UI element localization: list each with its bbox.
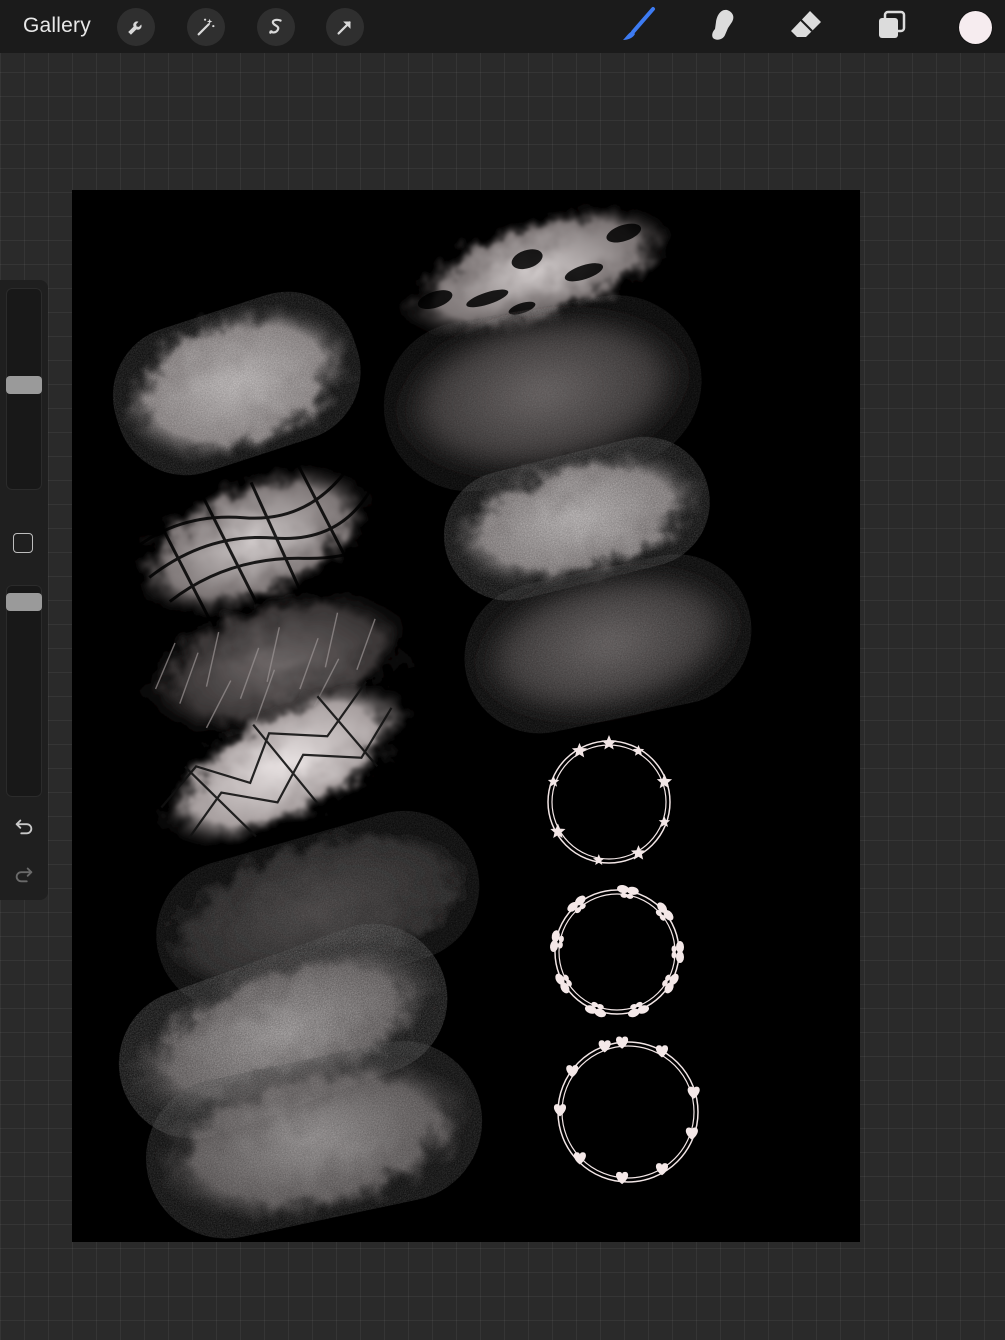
- selection-button[interactable]: [257, 8, 295, 46]
- star-decoration: [571, 742, 588, 758]
- layers-icon: [874, 8, 908, 47]
- star-wreath: [547, 735, 673, 865]
- butterfly-decoration: [617, 885, 639, 899]
- transform-arrow-icon: [334, 16, 356, 38]
- opacity-slider-thumb[interactable]: [6, 592, 42, 611]
- eraser-icon: [788, 7, 824, 48]
- layers-button[interactable]: [871, 8, 911, 46]
- heart-wreath: [553, 1036, 700, 1185]
- redo-icon: [13, 863, 35, 890]
- star-decoration: [601, 735, 617, 750]
- drawing-canvas[interactable]: [72, 190, 860, 1242]
- wrench-icon: [125, 16, 147, 38]
- artwork: [112, 190, 752, 1239]
- smudge-icon: [704, 7, 740, 48]
- smudge-tool-button[interactable]: [702, 8, 742, 46]
- butterfly-wreath: [550, 885, 684, 1018]
- brush-icon: [619, 6, 657, 49]
- modify-button[interactable]: [13, 533, 33, 553]
- eraser-tool-button[interactable]: [786, 8, 826, 46]
- butterfly-decoration: [555, 973, 572, 994]
- undo-button[interactable]: [10, 814, 38, 842]
- brush-size-slider-thumb[interactable]: [6, 376, 42, 395]
- butterfly-decoration: [550, 930, 564, 952]
- butterfly-decoration: [662, 973, 679, 994]
- color-picker-button[interactable]: [959, 11, 992, 44]
- heart-decoration: [573, 1152, 586, 1165]
- top-toolbar: Gallery: [0, 0, 1005, 53]
- gallery-button[interactable]: Gallery: [23, 14, 91, 38]
- transform-button[interactable]: [326, 8, 364, 46]
- butterfly-decoration: [671, 941, 684, 963]
- magic-wand-icon: [195, 16, 217, 38]
- redo-button[interactable]: [10, 862, 38, 890]
- brush-tool-button[interactable]: [618, 6, 658, 49]
- selection-icon: [265, 16, 287, 38]
- heart-decoration: [655, 1045, 669, 1058]
- heart-decoration: [598, 1040, 611, 1053]
- undo-icon: [13, 815, 35, 842]
- actions-button[interactable]: [117, 8, 155, 46]
- opacity-slider[interactable]: [6, 585, 42, 797]
- adjustments-button[interactable]: [187, 8, 225, 46]
- heart-decoration: [655, 1163, 669, 1176]
- left-sidebar: [0, 280, 48, 900]
- heart-decoration: [553, 1104, 567, 1117]
